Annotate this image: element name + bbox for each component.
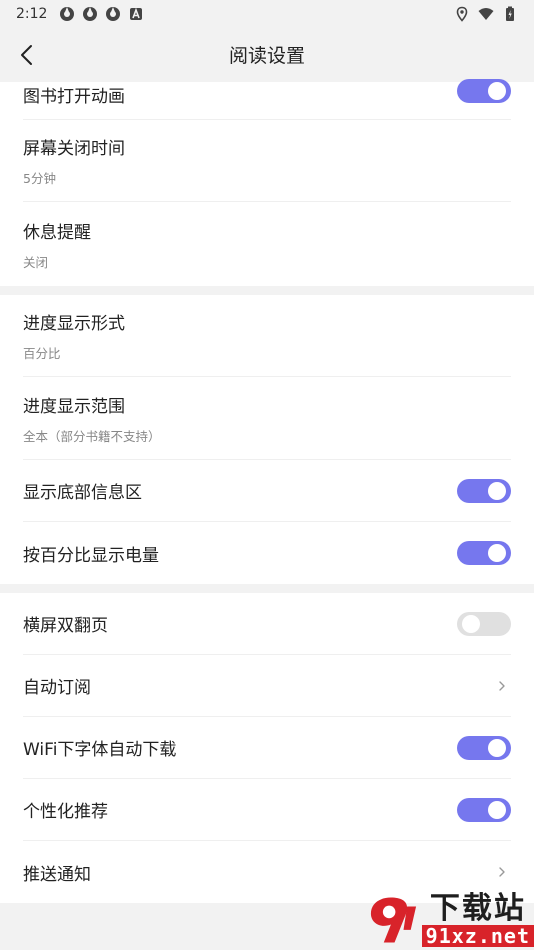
setting-bottom-info-area[interactable]: 显示底部信息区 bbox=[23, 460, 511, 522]
setting-text: 进度显示范围 全本（部分书籍不支持） bbox=[23, 392, 161, 445]
watermark-logo bbox=[370, 897, 417, 943]
chevron-right-icon bbox=[499, 680, 505, 691]
settings-group-progress: 进度显示形式 百分比 进度显示范围 全本（部分书籍不支持） 显示底部信息区 按百… bbox=[0, 295, 534, 584]
app-icon bbox=[106, 6, 121, 21]
app-icon bbox=[83, 6, 98, 21]
battery-icon bbox=[506, 6, 514, 21]
setting-landscape-double-page[interactable]: 横屏双翻页 bbox=[23, 593, 511, 655]
setting-value: 全本（部分书籍不支持） bbox=[23, 428, 161, 444]
setting-label: 自动订阅 bbox=[23, 678, 91, 698]
setting-battery-percent[interactable]: 按百分比显示电量 bbox=[23, 522, 511, 584]
setting-label: 个性化推荐 bbox=[23, 802, 108, 822]
back-button[interactable] bbox=[12, 41, 40, 69]
chevron-right-icon bbox=[499, 867, 505, 877]
setting-text: 进度显示形式 百分比 bbox=[23, 309, 125, 362]
text-a-icon bbox=[130, 7, 143, 20]
setting-screen-off-time[interactable]: 屏幕关闭时间 5分钟 bbox=[23, 120, 511, 202]
setting-label: 横屏双翻页 bbox=[23, 616, 108, 636]
switch-knob bbox=[488, 738, 506, 757]
setting-personalized-recommend[interactable]: 个性化推荐 bbox=[23, 779, 511, 841]
status-time: 2:12 bbox=[16, 5, 48, 22]
setting-label: 推送通知 bbox=[23, 864, 91, 885]
page-title: 阅读设置 bbox=[228, 45, 305, 67]
wifi-icon bbox=[478, 7, 494, 20]
setting-rest-reminder[interactable]: 休息提醒 关闭 bbox=[23, 202, 511, 286]
location-icon bbox=[456, 6, 468, 22]
notification-icons bbox=[59, 6, 144, 22]
landscape-double-page-switch[interactable] bbox=[457, 611, 511, 636]
setting-progress-format[interactable]: 进度显示形式 百分比 bbox=[23, 295, 511, 377]
setting-label: 显示底部信息区 bbox=[23, 483, 142, 503]
setting-label: 进度显示形式 bbox=[23, 314, 125, 334]
settings-group-basic: 图书打开动画 屏幕关闭时间 5分钟 休息提醒 关闭 bbox=[0, 79, 534, 286]
app-icon bbox=[60, 6, 75, 21]
setting-value: 5分钟 bbox=[23, 171, 56, 186]
book-open-animation-switch[interactable] bbox=[457, 79, 511, 103]
setting-progress-range[interactable]: 进度显示范围 全本（部分书籍不支持） bbox=[23, 377, 511, 460]
watermark: 下载站 91xz.net bbox=[364, 890, 534, 950]
setting-label: 休息提醒 bbox=[23, 222, 91, 243]
setting-label: 图书打开动画 bbox=[23, 87, 125, 107]
status-right-icons bbox=[454, 6, 518, 22]
switch-knob bbox=[488, 82, 506, 100]
setting-auto-subscribe[interactable]: 自动订阅 bbox=[23, 655, 511, 717]
watermark-bottom: 91xz.net bbox=[421, 925, 534, 947]
settings-list: 图书打开动画 屏幕关闭时间 5分钟 休息提醒 关闭 进度显示形式 百分比 进度显… bbox=[0, 79, 534, 903]
setting-label: 屏幕关闭时间 bbox=[23, 139, 125, 159]
nav-bar: 阅读设置 bbox=[0, 27, 534, 82]
setting-wifi-font-download[interactable]: WiFi下字体自动下载 bbox=[23, 717, 511, 779]
setting-label: 进度显示范围 bbox=[23, 396, 125, 417]
back-arrow-icon bbox=[21, 45, 32, 65]
setting-text: 休息提醒 关闭 bbox=[23, 218, 91, 271]
setting-book-open-animation[interactable]: 图书打开动画 bbox=[23, 79, 511, 120]
group-divider bbox=[0, 286, 534, 295]
status-bar: 2:12 bbox=[0, 0, 534, 27]
setting-value: 关闭 bbox=[23, 254, 49, 270]
personalized-recommend-switch[interactable] bbox=[457, 797, 511, 822]
watermark-text: 下载站 91xz.net bbox=[421, 891, 534, 947]
bottom-info-area-switch[interactable] bbox=[457, 478, 511, 503]
switch-knob bbox=[462, 614, 480, 633]
wifi-font-download-switch[interactable] bbox=[457, 735, 511, 760]
switch-knob bbox=[488, 800, 506, 819]
switch-knob bbox=[488, 481, 506, 500]
battery-percent-switch[interactable] bbox=[457, 541, 511, 565]
switch-knob bbox=[488, 544, 506, 562]
setting-label: 按百分比显示电量 bbox=[23, 545, 159, 566]
setting-text: 屏幕关闭时间 5分钟 bbox=[23, 134, 125, 187]
settings-group-other: 横屏双翻页 自动订阅 WiFi下字体自动下载 个性化推荐 推送通知 bbox=[0, 593, 534, 903]
watermark-top: 下载站 bbox=[429, 891, 526, 926]
setting-label: WiFi下字体自动下载 bbox=[23, 740, 177, 760]
group-divider bbox=[0, 584, 534, 593]
setting-value: 百分比 bbox=[23, 346, 61, 361]
